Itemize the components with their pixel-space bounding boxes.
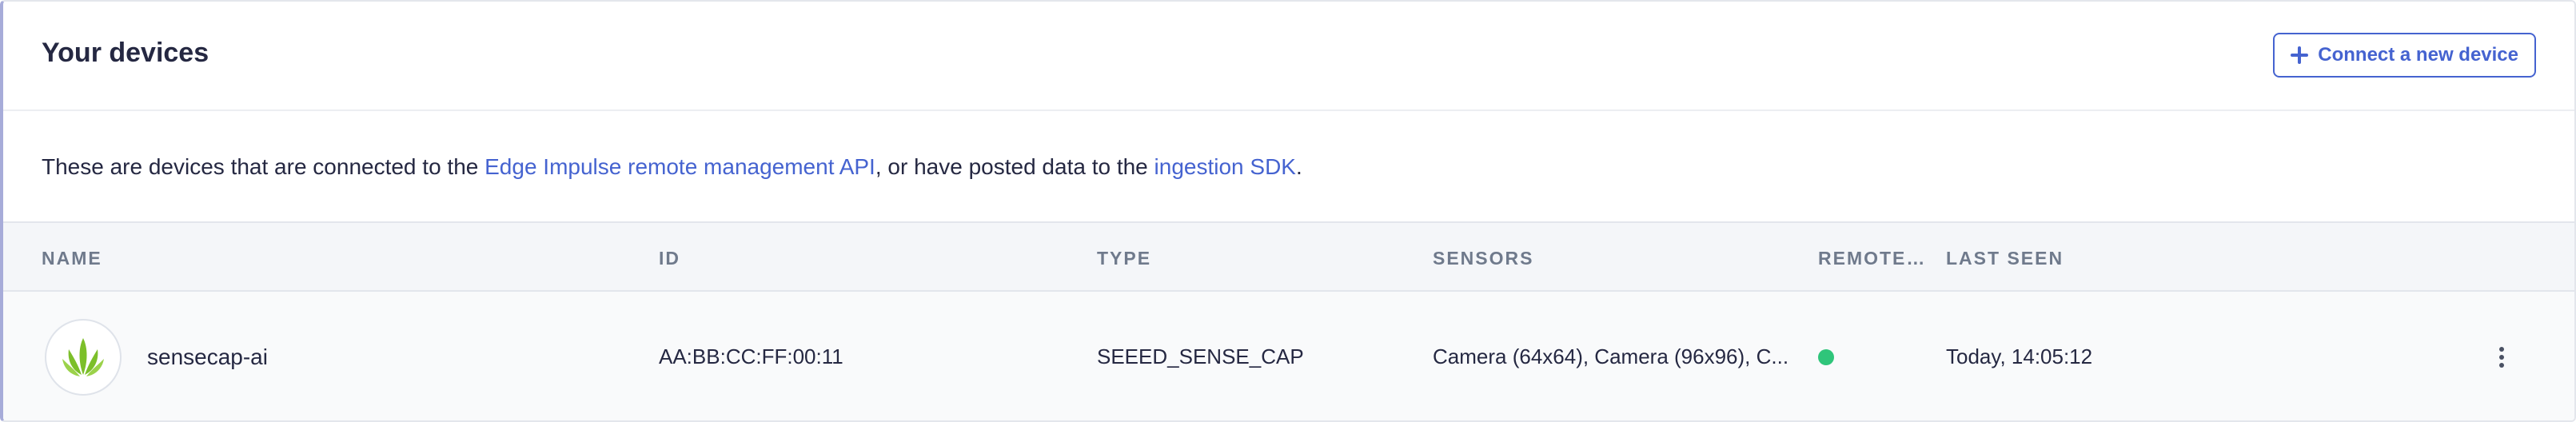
leaf-logo-icon — [62, 338, 104, 376]
device-name[interactable]: sensecap-ai — [147, 292, 268, 420]
card-title: Your devices — [42, 38, 209, 68]
remote-management-api-link[interactable]: Edge Impulse remote management API — [484, 154, 875, 179]
device-avatar — [45, 319, 122, 396]
device-last-seen: Today, 14:05:12 — [1946, 344, 2093, 368]
column-header-id[interactable]: ID — [659, 223, 680, 293]
description-part-1: These are devices that are connected to … — [42, 154, 485, 179]
card-header: Your devices Connect a new device — [3, 2, 2574, 111]
column-header-sensors[interactable]: SENSORS — [1433, 223, 1533, 293]
connect-new-device-button[interactable]: Connect a new device — [2273, 33, 2536, 78]
description-part-3: . — [1295, 154, 1302, 179]
plus-icon — [2291, 46, 2309, 64]
table-row[interactable]: sensecap-ai AA:BB:CC:FF:00:11 SEEED_SENS… — [3, 292, 2574, 420]
remote-status-dot — [1818, 349, 1834, 365]
description-part-2: , or have posted data to the — [875, 154, 1154, 179]
column-header-last-seen[interactable]: LAST SEEN — [1946, 223, 2064, 293]
column-header-remote[interactable]: REMOTE… — [1818, 223, 1926, 293]
device-type: SEEED_SENSE_CAP — [1097, 344, 1304, 368]
device-sensors: Camera (64x64), Camera (96x96), C... — [1433, 344, 1789, 368]
connect-button-label: Connect a new device — [2318, 44, 2518, 66]
kebab-menu-icon[interactable] — [2490, 338, 2514, 376]
device-id: AA:BB:CC:FF:00:11 — [659, 344, 843, 368]
column-header-type[interactable]: TYPE — [1097, 223, 1151, 293]
column-header-name[interactable]: NAME — [42, 223, 102, 293]
devices-card: Your devices Connect a new device These … — [0, 0, 2576, 422]
ingestion-sdk-link[interactable]: ingestion SDK — [1154, 154, 1296, 179]
description-text: These are devices that are connected to … — [42, 152, 1302, 182]
table-header: NAME ID TYPE SENSORS REMOTE… LAST SEEN — [3, 221, 2574, 292]
